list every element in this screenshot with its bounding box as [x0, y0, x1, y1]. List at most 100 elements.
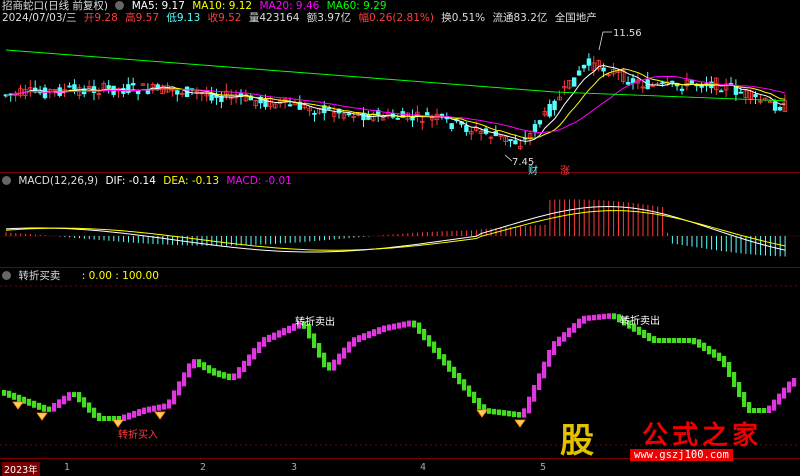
indicator-step	[697, 339, 702, 348]
indicator-step	[337, 353, 342, 365]
x-axis-label: 1	[64, 462, 71, 473]
indicator-step	[427, 335, 432, 347]
finance-badge[interactable]: 财	[528, 162, 538, 177]
indicator-step	[557, 336, 562, 347]
indicator-step	[457, 373, 462, 385]
panel-divider	[0, 267, 800, 268]
indicator-step	[582, 315, 587, 324]
indicator-step	[12, 392, 17, 400]
indicator-step	[27, 398, 32, 406]
candle-body	[719, 90, 724, 93]
indicator-step	[467, 385, 472, 397]
indicator-step	[687, 338, 692, 343]
low-pointer	[504, 154, 513, 162]
candle-body	[67, 85, 72, 88]
diamond-signal-icon	[476, 409, 488, 418]
diamond-signal-icon	[514, 419, 526, 428]
indicator-step	[87, 402, 92, 413]
candle-body	[670, 80, 675, 83]
indicator-step	[717, 352, 722, 361]
candle-body	[513, 140, 518, 145]
indicator-step	[702, 342, 707, 351]
sell-signal-label: 转折卖出	[295, 317, 335, 328]
indicator-step	[182, 372, 187, 387]
indicator-step	[362, 333, 367, 341]
candle-body	[145, 89, 151, 94]
indicator-step	[547, 350, 552, 367]
indicator-step	[657, 338, 662, 343]
indicator-step	[217, 370, 222, 378]
chart-canvas[interactable]	[0, 0, 800, 475]
macd-panel	[0, 199, 800, 257]
indicator-step	[387, 324, 392, 331]
indicator-step	[527, 396, 532, 414]
indicator-step	[792, 378, 797, 387]
macd-title[interactable]: MACD(12,26,9)	[18, 175, 98, 187]
candle-body	[547, 104, 552, 117]
indicator-step	[92, 407, 97, 418]
indicator-step	[562, 332, 567, 342]
diamond-signal-icon	[154, 411, 166, 420]
indicator-step	[197, 359, 202, 368]
indicator-step	[162, 403, 167, 410]
high-pointer	[598, 31, 604, 51]
candle-body	[552, 100, 557, 111]
candle-body	[537, 120, 543, 125]
indicator-step	[392, 323, 397, 330]
candle-body	[777, 107, 783, 111]
buy-signal-label: 转折买入	[118, 430, 158, 441]
indicator-step	[57, 399, 62, 408]
candle-body	[581, 64, 587, 69]
indicator-step	[2, 390, 7, 396]
settings-dot-icon[interactable]	[2, 176, 11, 185]
indicator-step	[107, 416, 112, 421]
candle-body	[689, 80, 694, 84]
candle-body	[287, 104, 293, 107]
candle-body	[464, 125, 469, 133]
indicator-step	[637, 326, 642, 335]
indicator-step	[667, 338, 672, 343]
rise-badge[interactable]: 涨	[560, 162, 570, 177]
indicator-step	[602, 313, 607, 320]
indicator-step	[677, 338, 682, 343]
indicator-step	[82, 397, 87, 408]
indicator-title[interactable]: 转折买卖	[18, 270, 60, 282]
indicator-step	[492, 408, 497, 415]
indicator-step	[47, 406, 52, 412]
candle-body	[679, 88, 685, 91]
indicator-step	[767, 405, 772, 413]
x-axis-label: 2023年	[2, 462, 40, 476]
logo-glyph: 股	[560, 421, 594, 461]
indicator-step	[612, 313, 617, 320]
indicator-step	[682, 338, 687, 343]
indicator-step	[142, 407, 147, 415]
indicator-step	[227, 373, 232, 381]
indicator-step	[332, 359, 337, 371]
indicator-step	[587, 315, 592, 321]
indicator-step	[507, 410, 512, 417]
ma10-line	[5, 68, 786, 139]
settings-dot-icon[interactable]	[2, 271, 11, 280]
indicator-step	[32, 400, 37, 408]
candle-body	[106, 85, 111, 89]
indicator-step	[412, 320, 417, 328]
dif-label: DIF: -0.14	[105, 175, 156, 187]
indicator-step	[447, 360, 452, 372]
indicator-step	[357, 335, 362, 343]
indicator-step	[542, 361, 547, 379]
indicator-step	[192, 359, 197, 369]
candle-body	[395, 117, 400, 120]
indicator-step	[487, 408, 492, 414]
indicator-step	[317, 343, 322, 358]
indicator-step	[127, 412, 132, 420]
indicator-step	[517, 412, 522, 418]
indicator-step	[312, 333, 317, 349]
panel-divider	[0, 172, 800, 173]
indicator-step	[372, 329, 377, 337]
candle-body	[625, 81, 631, 85]
indicator-step	[187, 363, 192, 378]
indicator-step	[522, 408, 527, 418]
indicator-step	[752, 408, 757, 413]
candle-body	[155, 84, 160, 89]
indicator-step	[757, 408, 762, 413]
